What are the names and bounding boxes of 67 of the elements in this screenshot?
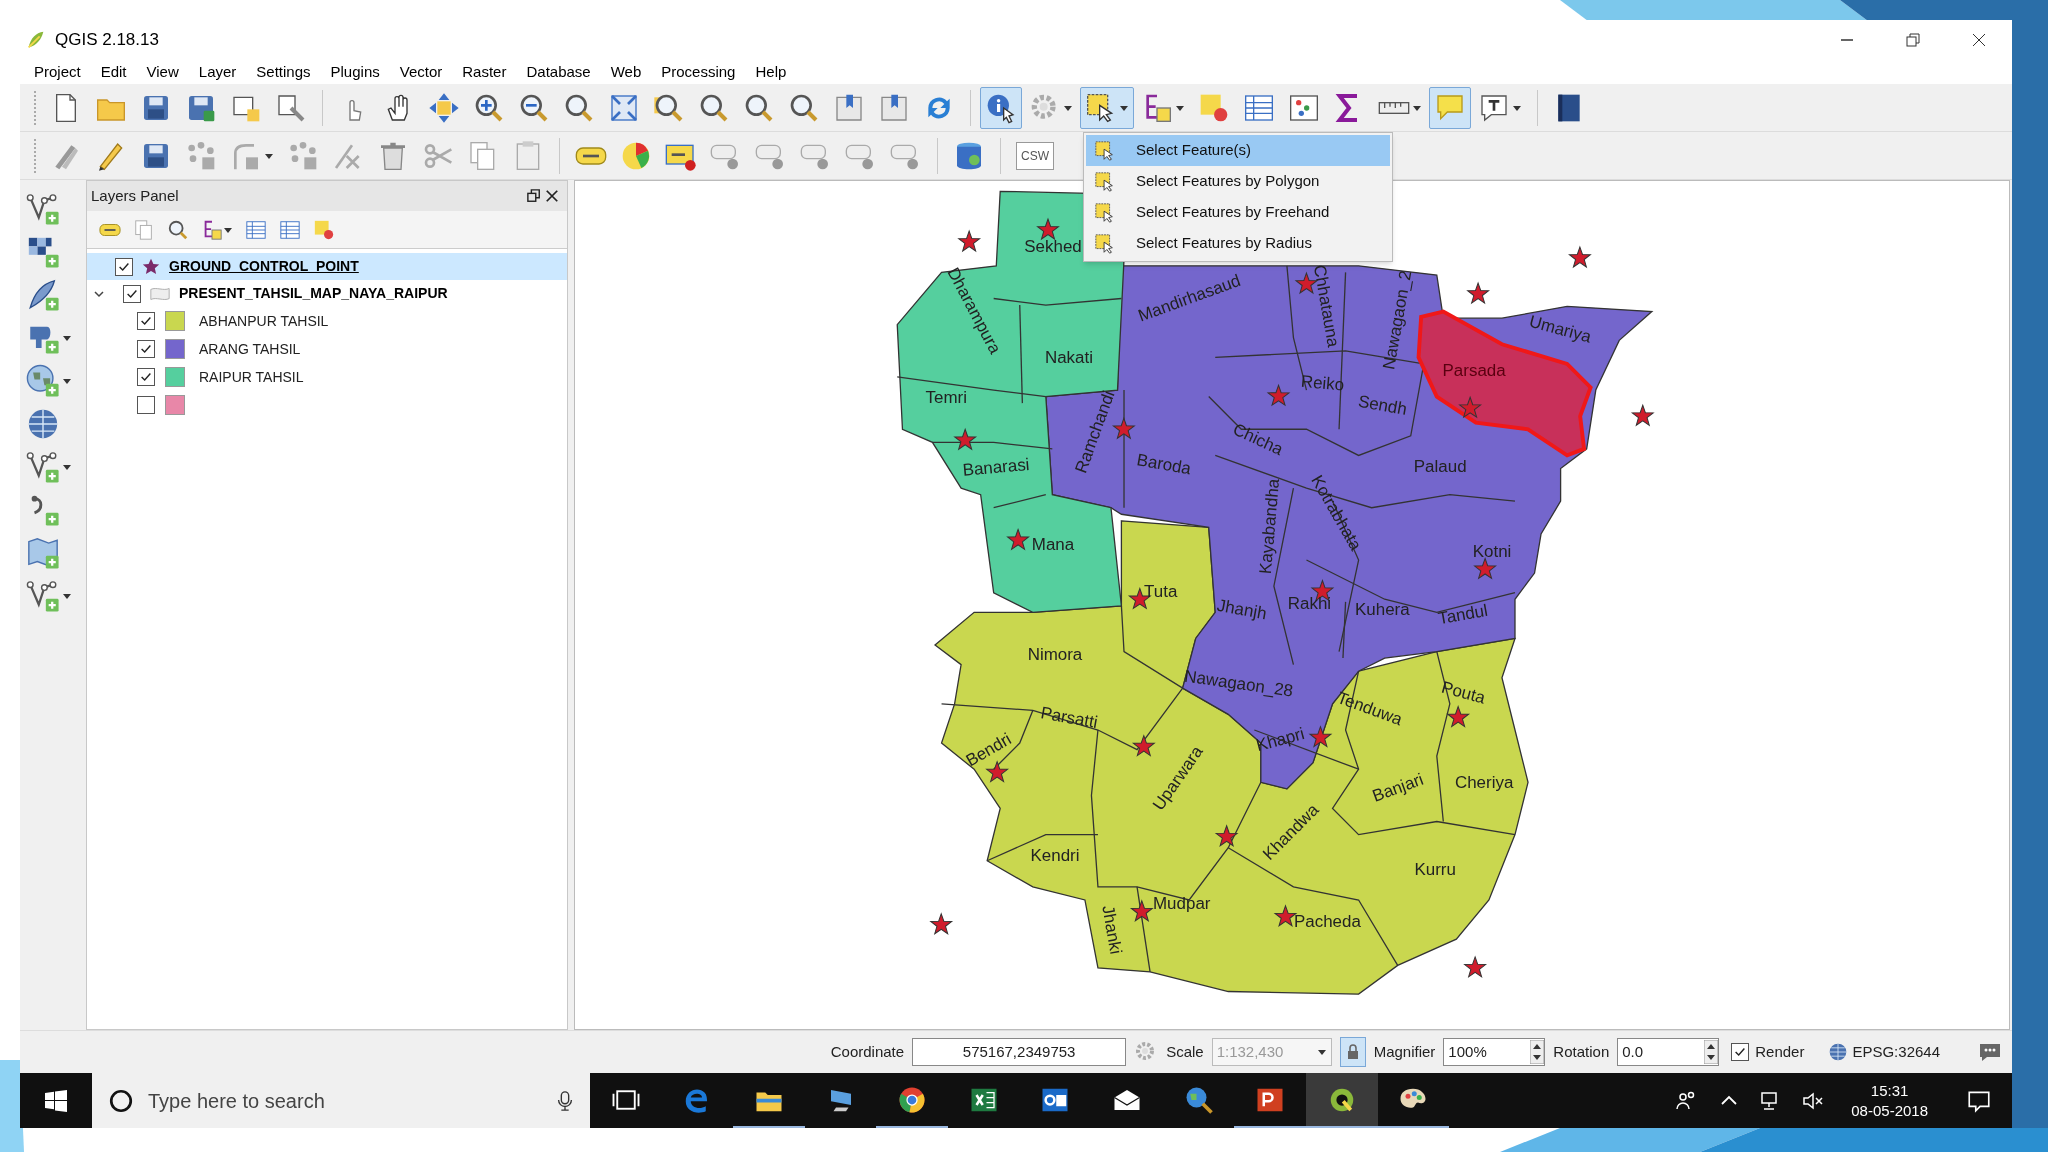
window-title: QGIS 2.18.13 [55,29,159,52]
area-label: Cheriya [1454,773,1514,793]
area-label: Banarasi [961,454,1031,480]
area-label: Nakati [1044,347,1093,367]
area-label: Pacheda [1293,912,1361,932]
menu-item[interactable]: Select Feature(s) [1086,135,1390,166]
crs-button[interactable]: EPSG:32644 [1828,1040,1940,1064]
area-label: Temri [925,387,967,407]
rotation-field[interactable]: 0.0 [1617,1038,1720,1066]
area-label: Baroda [1135,450,1193,479]
area-label: Nimora [1027,645,1083,665]
layer-name[interactable]: PRESENT_TAHSIL_MAP_NAYA_RAIPUR [179,283,448,304]
field-label: Scale [1166,1041,1204,1062]
area-label: Tandul [1436,600,1490,629]
area-label: Kendri [1030,846,1080,866]
area-label: Palaud [1413,456,1467,476]
field-label: Rotation [1553,1041,1610,1062]
class-label: ABHANPUR TAHSIL [199,311,329,331]
clock-time: 15:31 [1870,1080,1909,1101]
area-label: Parsada [1442,360,1506,380]
class-label: ARANG TAHSIL [199,339,301,359]
area-label: Parsatti [1039,703,1100,732]
area-label: Jhanki [1098,903,1126,956]
menu-item[interactable]: Processing [653,60,744,84]
menu-item[interactable]: Select Features by Polygon [1086,166,1390,197]
search-field[interactable]: Type here to search [148,1085,540,1116]
area-label: Rakhi [1287,593,1332,613]
area-label: Kayabandha [1255,477,1284,575]
area-label: Reiko [1300,371,1345,395]
area-label: Chhatauna [1309,263,1343,349]
area-label: Khapri [1254,724,1307,756]
menu-item[interactable]: View [138,60,187,84]
area-label: Mana [1031,534,1075,554]
menu-item[interactable]: Database [518,60,599,84]
area-label: Sendh [1356,391,1409,419]
area-label: Kuhera [1354,599,1410,619]
area-label: Sekhed [1024,236,1082,256]
menu-item[interactable]: Vector [391,60,451,84]
coordinate-field[interactable]: 575167,2349753 [912,1038,1127,1066]
menu-item[interactable]: Select Features by Freehand [1086,197,1390,228]
clock-date: 08-05-2018 [1851,1100,1928,1121]
menu-item[interactable]: Project [26,60,89,84]
area-label: Umariya [1527,311,1594,347]
checkbox-label: Render [1755,1041,1805,1062]
csw-button[interactable]: CSW [1010,134,1060,177]
menu-item[interactable]: Web [602,60,650,84]
menu-item[interactable]: Plugins [322,60,388,84]
search-box[interactable]: Type here to search [92,1073,590,1128]
menu-item[interactable]: Help [747,60,795,84]
menu-item[interactable]: Settings [248,60,319,84]
area-label: Mudpar [1153,894,1211,914]
menu-item[interactable]: Edit [92,60,135,84]
field-label: Coordinate [830,1041,905,1062]
field-label: Magnifier [1373,1041,1436,1062]
area-label: Pouta [1439,677,1488,708]
area-label: Kotni [1472,541,1512,561]
area-label: Kurru [1414,860,1456,880]
class-label: RAIPUR TAHSIL [199,367,304,387]
area-label: Nawagaon_28 [1183,666,1295,701]
csw-label: CSW [1016,141,1054,170]
menu-item[interactable]: Select Features by Radius [1086,228,1390,259]
magnifier-field[interactable]: 100% [1443,1038,1546,1066]
menu-item[interactable]: Raster [454,60,515,84]
area-label: Tuta [1144,581,1178,601]
menu-item[interactable]: Layer [190,60,245,84]
area-label: Jhanjh [1215,595,1269,624]
panel-title: Layers Panel [91,185,179,206]
